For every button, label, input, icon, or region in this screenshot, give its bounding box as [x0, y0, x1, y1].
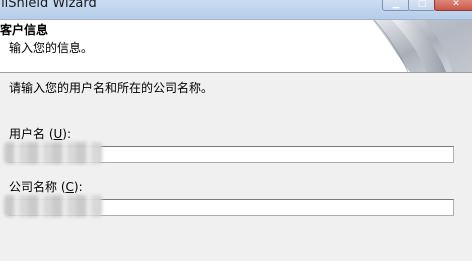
wizard-header: 客户信息 输入您的信息。	[0, 20, 472, 73]
user-name-label-prefix: 用户名 (	[9, 127, 54, 141]
page-title: 客户信息	[0, 23, 49, 37]
title-bar: tallShield Wizard ▁ □ ✕	[0, 0, 472, 20]
user-name-label-accelerator: U	[53, 127, 63, 141]
user-name-label-suffix: ):	[62, 127, 72, 141]
header-page-curl-graphic	[362, 20, 472, 72]
company-name-label-suffix: ):	[73, 180, 83, 194]
instruction-text: 请输入您的用户名和所在的公司名称。	[9, 81, 214, 95]
close-icon: ✕	[452, 0, 460, 9]
user-name-label: 用户名 (U):	[9, 125, 71, 142]
company-name-label: 公司名称 (C):	[9, 178, 83, 195]
redacted-company-name	[4, 195, 102, 217]
close-button[interactable]: ✕	[434, 0, 472, 11]
minimize-icon: ▁	[392, 0, 400, 9]
installshield-wizard-window: tallShield Wizard ▁ □ ✕ 客户信息 输入您的信息。	[0, 0, 472, 261]
maximize-button[interactable]: □	[408, 0, 436, 11]
company-name-label-prefix: 公司名称 (	[9, 180, 66, 194]
minimize-button[interactable]: ▁	[382, 0, 410, 11]
company-name-label-accelerator: C	[65, 180, 74, 194]
window-title: tallShield Wizard	[0, 0, 97, 11]
page-subtitle: 输入您的信息。	[9, 41, 94, 55]
redacted-user-name	[4, 142, 102, 164]
maximize-icon: □	[417, 0, 427, 9]
